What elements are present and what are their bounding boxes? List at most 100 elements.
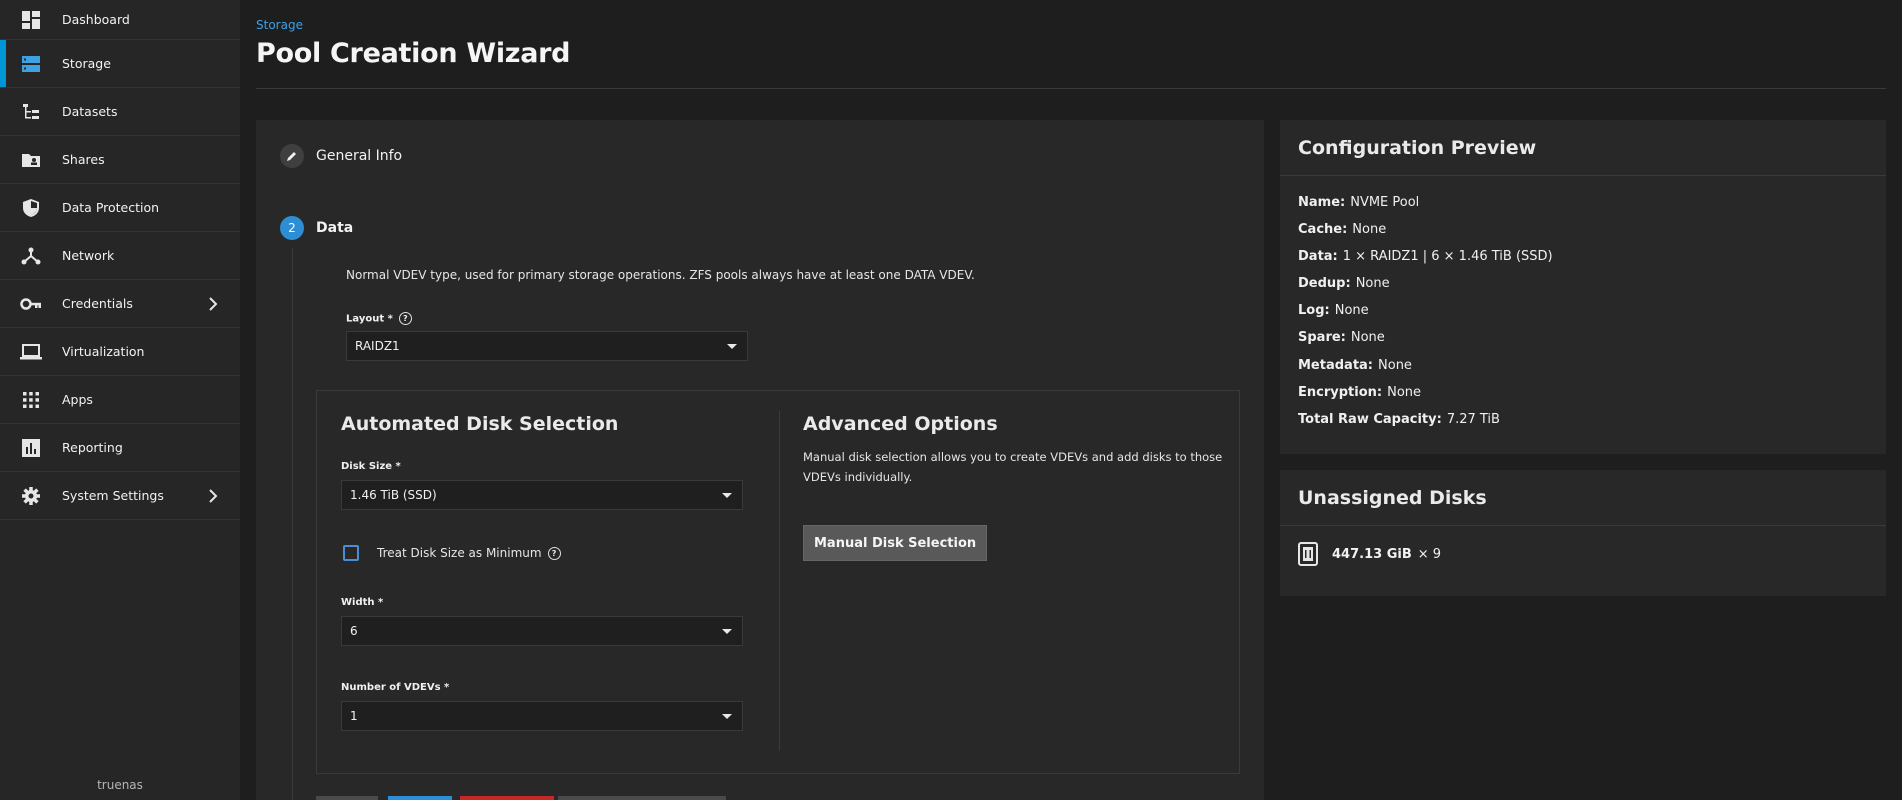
sidebar-item-label: Storage xyxy=(62,56,111,71)
preview-key: Spare: xyxy=(1298,330,1346,345)
sidebar-item-virtualization[interactable]: Virtualization xyxy=(0,328,240,376)
preview-row-data: Data: 1 × RAIDZ1 | 6 × 1.46 TiB (SSD) xyxy=(1298,249,1553,264)
wizard-panel: General Info 2 Data Normal VDEV type, us… xyxy=(256,120,1264,800)
step-data[interactable]: Data xyxy=(316,220,353,236)
disk-drive-icon xyxy=(1298,542,1318,566)
preview-value: None xyxy=(1352,222,1387,237)
storage-icon xyxy=(20,53,42,75)
disk-selection-box: Automated Disk Selection Disk Size * 1.4… xyxy=(316,390,1240,774)
apps-grid-icon xyxy=(20,389,42,411)
sidebar-item-apps[interactable]: Apps xyxy=(0,376,240,424)
help-icon[interactable]: ? xyxy=(398,312,412,325)
sidebar-item-label: Virtualization xyxy=(62,344,145,359)
unassigned-disk-count: × 9 xyxy=(1417,546,1442,562)
sidebar-item-label: Datasets xyxy=(62,104,118,119)
treat-min-checkbox[interactable] xyxy=(343,545,359,561)
preview-row-dedup: Dedup: None xyxy=(1298,276,1390,291)
breadcrumb[interactable]: Storage xyxy=(256,18,303,32)
treat-min-label-text: Treat Disk Size as Minimum xyxy=(377,546,542,560)
preview-value: None xyxy=(1355,276,1390,291)
manual-disk-selection-button[interactable]: Manual Disk Selection xyxy=(803,525,988,561)
sidebar-item-reporting[interactable]: Reporting xyxy=(0,424,240,472)
step-general-info[interactable]: General Info xyxy=(316,148,402,164)
sidebar: Dashboard Storage Datasets Shares Data P… xyxy=(0,0,240,800)
disk-size-select[interactable]: 1.46 TiB (SSD) xyxy=(341,480,743,510)
preview-value: NVME Pool xyxy=(1350,195,1420,210)
sidebar-item-storage[interactable]: Storage xyxy=(0,40,240,88)
gear-icon xyxy=(20,485,42,507)
preview-key: Total Raw Capacity: xyxy=(1298,412,1442,427)
sidebar-item-dashboard[interactable]: Dashboard xyxy=(0,0,240,40)
sidebar-item-label: Data Protection xyxy=(62,200,160,215)
sidebar-item-datasets[interactable]: Datasets xyxy=(0,88,240,136)
datasets-icon xyxy=(20,101,42,123)
advanced-options-title: Advanced Options xyxy=(803,413,998,435)
width-select[interactable]: 6 xyxy=(341,616,743,646)
dashboard-icon xyxy=(20,9,42,31)
sidebar-item-label: System Settings xyxy=(62,488,164,503)
page-title: Pool Creation Wizard xyxy=(256,38,571,69)
preview-value: 7.27 TiB xyxy=(1446,412,1500,427)
reset-button[interactable] xyxy=(460,796,554,800)
vdevs-label: Number of VDEVs * xyxy=(341,682,450,693)
dropdown-arrow-icon xyxy=(727,344,737,349)
preview-row-cache: Cache: None xyxy=(1298,222,1386,237)
preview-value: None xyxy=(1334,303,1369,318)
sidebar-item-label: Shares xyxy=(62,152,105,167)
preview-row-log: Log: None xyxy=(1298,303,1369,318)
sidebar-item-data-protection[interactable]: Data Protection xyxy=(0,184,240,232)
disk-size-select-value: 1.46 TiB (SSD) xyxy=(350,488,437,502)
help-icon[interactable]: ? xyxy=(547,547,561,560)
layout-label-text: Layout * xyxy=(346,313,393,325)
advanced-options-description: Manual disk selection allows you to crea… xyxy=(803,450,1223,484)
preview-row-encryption: Encryption: None xyxy=(1298,385,1421,400)
preview-value: None xyxy=(1387,385,1422,400)
back-button[interactable] xyxy=(316,796,378,800)
dropdown-arrow-icon xyxy=(722,714,732,719)
preview-row-metadata: Metadata: None xyxy=(1298,358,1412,373)
vdevs-select-value: 1 xyxy=(350,709,358,723)
unassigned-disks-card: Unassigned Disks 447.13 GiB × 9 xyxy=(1280,470,1886,596)
preview-value: 1 × RAIDZ1 | 6 × 1.46 TiB (SSD) xyxy=(1342,249,1553,264)
sidebar-item-shares[interactable]: Shares xyxy=(0,136,240,184)
preview-key: Log: xyxy=(1298,303,1330,318)
unassigned-disk-size: 447.13 GiB xyxy=(1332,546,1412,562)
preview-key: Name: xyxy=(1298,195,1346,210)
reporting-icon xyxy=(20,437,42,459)
vdevs-select[interactable]: 1 xyxy=(341,701,743,731)
layout-label: Layout *? xyxy=(346,312,412,325)
preview-key: Data: xyxy=(1298,249,1338,264)
next-button[interactable] xyxy=(388,796,452,800)
preview-row-total-capacity: Total Raw Capacity: 7.27 TiB xyxy=(1298,412,1500,427)
layout-select[interactable]: RAIDZ1 xyxy=(346,331,748,361)
step-number-badge: 2 xyxy=(280,216,304,240)
unassigned-disk-entry: 447.13 GiB × 9 xyxy=(1298,542,1441,566)
configuration-preview-title: Configuration Preview xyxy=(1280,120,1886,176)
sidebar-item-network[interactable]: Network xyxy=(0,232,240,280)
sidebar-item-label: Apps xyxy=(62,392,93,407)
disk-size-label: Disk Size * xyxy=(341,461,401,472)
layout-select-value: RAIDZ1 xyxy=(355,339,400,353)
sidebar-item-label: Credentials xyxy=(62,296,133,311)
shares-icon xyxy=(20,149,42,171)
step-connector-line xyxy=(292,248,293,800)
step-description: Normal VDEV type, used for primary stora… xyxy=(346,268,975,282)
preview-row-name: Name: NVME Pool xyxy=(1298,195,1419,210)
width-select-value: 6 xyxy=(350,624,358,638)
section-divider xyxy=(779,411,780,751)
sidebar-item-label: Reporting xyxy=(62,440,123,455)
edit-pencil-icon[interactable] xyxy=(280,144,304,168)
sidebar-item-label: Dashboard xyxy=(62,12,130,27)
sidebar-item-credentials[interactable]: Credentials xyxy=(0,280,240,328)
save-and-go-to-review-button[interactable] xyxy=(558,796,726,800)
key-icon xyxy=(20,293,42,315)
network-icon xyxy=(20,245,42,267)
preview-key: Metadata: xyxy=(1298,358,1374,373)
preview-key: Cache: xyxy=(1298,222,1348,237)
width-label: Width * xyxy=(341,597,384,608)
chevron-right-icon xyxy=(206,296,220,311)
chevron-right-icon xyxy=(206,488,220,503)
configuration-preview-card: Configuration Preview Name: NVME Pool Cac… xyxy=(1280,120,1886,454)
sidebar-item-system-settings[interactable]: System Settings xyxy=(0,472,240,520)
header-divider xyxy=(256,88,1886,89)
